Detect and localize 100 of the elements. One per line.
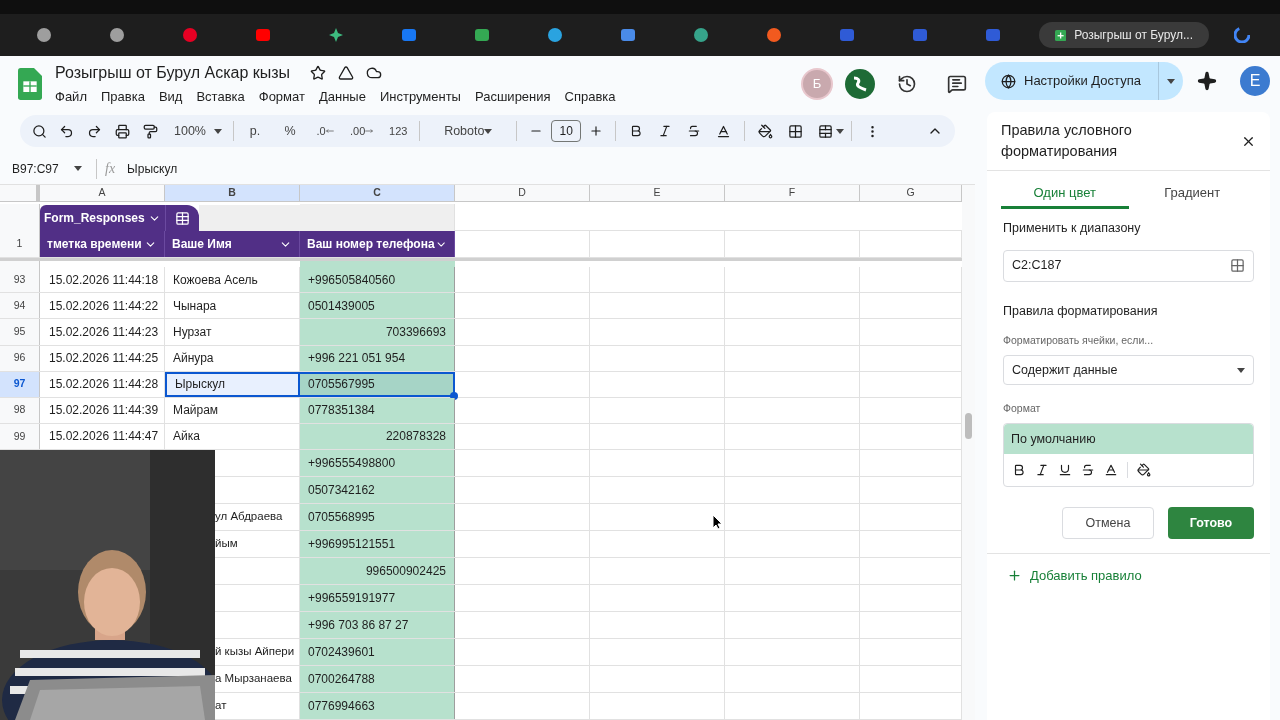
paint-format-icon[interactable] (143, 123, 158, 139)
column-header[interactable]: F (725, 185, 860, 202)
decrease-decimals-button[interactable]: .0 (311, 117, 339, 145)
account-avatar[interactable]: E (1240, 66, 1270, 96)
menu-item[interactable]: Данные (318, 87, 366, 107)
site-icon[interactable] (255, 27, 271, 43)
range-field[interactable]: C2:C187 (1003, 249, 1254, 282)
underline-icon[interactable] (1058, 463, 1072, 477)
bold-icon[interactable] (629, 124, 644, 138)
column-header[interactable]: D (455, 185, 590, 202)
column-header[interactable]: C (300, 185, 455, 202)
row-number[interactable]: 94 (0, 293, 40, 319)
font-select[interactable]: Roboto (427, 117, 510, 145)
menu-item[interactable]: Справка (564, 87, 616, 107)
menu-item[interactable]: Вид (158, 87, 183, 107)
italic-icon[interactable] (1035, 463, 1049, 477)
site-icon[interactable] (839, 27, 855, 43)
site-icon[interactable] (912, 27, 928, 43)
undo-icon[interactable] (59, 123, 74, 139)
menu-item[interactable]: Файл (55, 87, 87, 107)
italic-icon[interactable] (658, 124, 673, 138)
redo-icon[interactable] (87, 123, 102, 139)
table-cell: 15.02.2026 11:44:18 (40, 267, 165, 293)
currency-button[interactable]: р. (241, 117, 269, 145)
text-color-icon[interactable] (1104, 463, 1118, 477)
column-header[interactable]: B (165, 185, 300, 202)
table-name-tab[interactable]: Form_Responses (40, 205, 165, 232)
star-icon[interactable] (310, 65, 327, 82)
number-format-button[interactable]: 123 (384, 117, 413, 145)
caret-icon (836, 128, 845, 134)
add-rule-button[interactable]: Добавить правило (1007, 566, 1142, 586)
comment-icon[interactable] (947, 74, 967, 94)
column-header[interactable]: E (590, 185, 725, 202)
share-button[interactable]: Настройки Доступа (985, 62, 1183, 100)
row-number[interactable]: 95 (0, 319, 40, 345)
text-color-icon[interactable] (716, 123, 732, 139)
site-icon[interactable] (328, 27, 344, 43)
document-title[interactable]: Розыгрыш от Бурул Аскар кызы (55, 61, 291, 86)
site-icon[interactable] (547, 27, 563, 43)
zoom-select[interactable]: 100% (170, 117, 226, 145)
table-column-header[interactable]: Ваше Имя (165, 231, 300, 257)
site-icon[interactable] (109, 27, 125, 43)
scrollbar-thumb[interactable] (965, 413, 972, 439)
name-box[interactable]: B97:C97 (0, 159, 88, 178)
google-icon[interactable] (1234, 27, 1250, 43)
history-icon[interactable] (897, 74, 917, 94)
fill-color-icon[interactable] (758, 123, 774, 139)
site-icon[interactable] (401, 27, 417, 43)
menu-item[interactable]: Инструменты (379, 87, 461, 107)
site-icon[interactable] (36, 27, 52, 43)
table-menu-button[interactable] (165, 205, 199, 232)
table-cell: 0700264788 (300, 666, 455, 692)
site-icon[interactable] (474, 27, 490, 43)
row-number[interactable]: 98 (0, 397, 40, 423)
table-column-header[interactable]: Ваш номер телефона (300, 231, 455, 257)
row-number[interactable]: 1 (0, 231, 40, 257)
table-column-header[interactable]: тметка времени (40, 231, 165, 257)
font-size-field[interactable]: 10 (551, 120, 582, 142)
table-cell: 0702439601 (300, 639, 455, 665)
bold-icon[interactable] (1012, 463, 1026, 477)
globe-icon (1001, 73, 1016, 89)
site-icon[interactable] (766, 27, 782, 43)
condition-select[interactable]: Содержит данные (1003, 355, 1254, 386)
grid-icon[interactable] (1230, 258, 1245, 274)
menu-item[interactable]: Вставка (196, 87, 245, 107)
table-cell: 15.02.2026 11:44:23 (40, 319, 165, 345)
site-icon[interactable] (985, 27, 1001, 43)
browser-tab[interactable]: Розыгрыш от Бурул... (1039, 22, 1209, 48)
panel-tab[interactable]: Градиент (1128, 179, 1256, 209)
sparkle-icon[interactable] (1197, 71, 1217, 91)
formula-value[interactable]: Ырыскул (127, 159, 178, 178)
done-button[interactable]: Готово (1168, 507, 1254, 539)
menu-item[interactable]: Правка (100, 87, 145, 107)
search-icon[interactable] (32, 123, 47, 139)
arrow-left-icon (325, 127, 334, 135)
site-icon[interactable] (182, 27, 198, 43)
strikethrough-icon[interactable] (1081, 463, 1095, 477)
row-number[interactable]: 99 (0, 423, 40, 449)
print-icon[interactable] (115, 123, 130, 139)
menu-item[interactable]: Формат (258, 87, 305, 107)
cancel-button[interactable]: Отмена (1062, 507, 1154, 539)
plus-icon[interactable] (589, 124, 604, 138)
borders-icon[interactable] (788, 123, 804, 139)
table-cell-text: ул Абдраева (215, 509, 283, 525)
strikethrough-icon[interactable] (687, 124, 702, 138)
panel-tab[interactable]: Один цвет (1001, 179, 1129, 209)
fill-color-icon[interactable] (1137, 463, 1151, 477)
table-cell: 703396693 (300, 319, 455, 345)
row-number[interactable]: 96 (0, 345, 40, 371)
triangle-icon[interactable] (338, 65, 355, 82)
site-icon[interactable] (693, 27, 709, 43)
table-cell: 15.02.2026 11:44:47 (40, 423, 165, 449)
row-number[interactable]: 97 (0, 371, 40, 397)
increase-decimals-button[interactable]: .00 (346, 117, 378, 145)
row-number[interactable]: 93 (0, 267, 40, 293)
percent-button[interactable]: % (276, 117, 304, 145)
site-icon[interactable] (620, 27, 636, 43)
avatar-icon[interactable] (845, 69, 875, 99)
merge-cells-icon[interactable] (818, 123, 834, 139)
menu-item[interactable]: Расширения (474, 87, 551, 107)
